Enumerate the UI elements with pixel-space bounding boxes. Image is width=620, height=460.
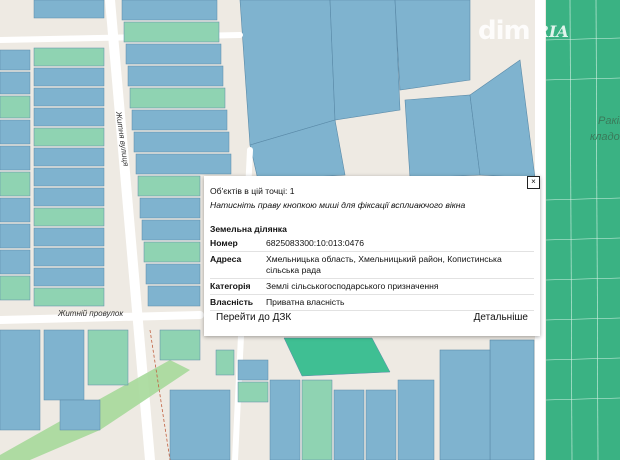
section-title: Земельна ділянка bbox=[210, 224, 287, 234]
objects-count-text: Об'єктів в цій точці: 1 bbox=[210, 186, 295, 196]
logo-ria-text: RIA bbox=[535, 21, 569, 41]
close-icon[interactable]: × bbox=[527, 176, 540, 189]
popup-hint-text: Натисніть праву кнопкою миші для фіксаці… bbox=[210, 200, 466, 210]
table-row: Категорія Землі сільськогосподарського п… bbox=[210, 278, 534, 295]
property-value: Землі сільськогосподарського призначення bbox=[266, 278, 534, 295]
area-label-line-1: Раків bbox=[598, 115, 620, 127]
property-key: Адреса bbox=[210, 251, 266, 279]
parcel-properties-table: Номер 6825083300:10:013:0476 Адреса Хмел… bbox=[210, 236, 534, 311]
go-to-dzk-link[interactable]: Перейти до ДЗК bbox=[216, 312, 291, 323]
dim-ria-logo: dim RIA bbox=[478, 14, 569, 48]
details-link[interactable]: Детальніше bbox=[474, 312, 528, 323]
property-key: Категорія bbox=[210, 278, 266, 295]
parcel-info-popup: × Об'єктів в цій точці: 1 Натисніть прав… bbox=[204, 176, 540, 336]
property-value: 6825083300:10:013:0476 bbox=[266, 236, 534, 252]
table-row: Номер 6825083300:10:013:0476 bbox=[210, 236, 534, 252]
property-key: Номер bbox=[210, 236, 266, 252]
street-label-zhytnii-provulok: Житній провулок bbox=[57, 309, 124, 318]
logo-dim-text: dim bbox=[478, 16, 531, 46]
cemetery-area bbox=[545, 0, 620, 460]
area-label-line-2: кладо bbox=[590, 131, 620, 143]
property-value: Хмельницька область, Хмельницький район,… bbox=[266, 251, 534, 279]
table-row: Власність Приватна власність bbox=[210, 294, 534, 311]
property-value: Приватна власність bbox=[266, 294, 534, 311]
table-row: Адреса Хмельницька область, Хмельницький… bbox=[210, 251, 534, 279]
property-key: Власність bbox=[210, 294, 266, 311]
